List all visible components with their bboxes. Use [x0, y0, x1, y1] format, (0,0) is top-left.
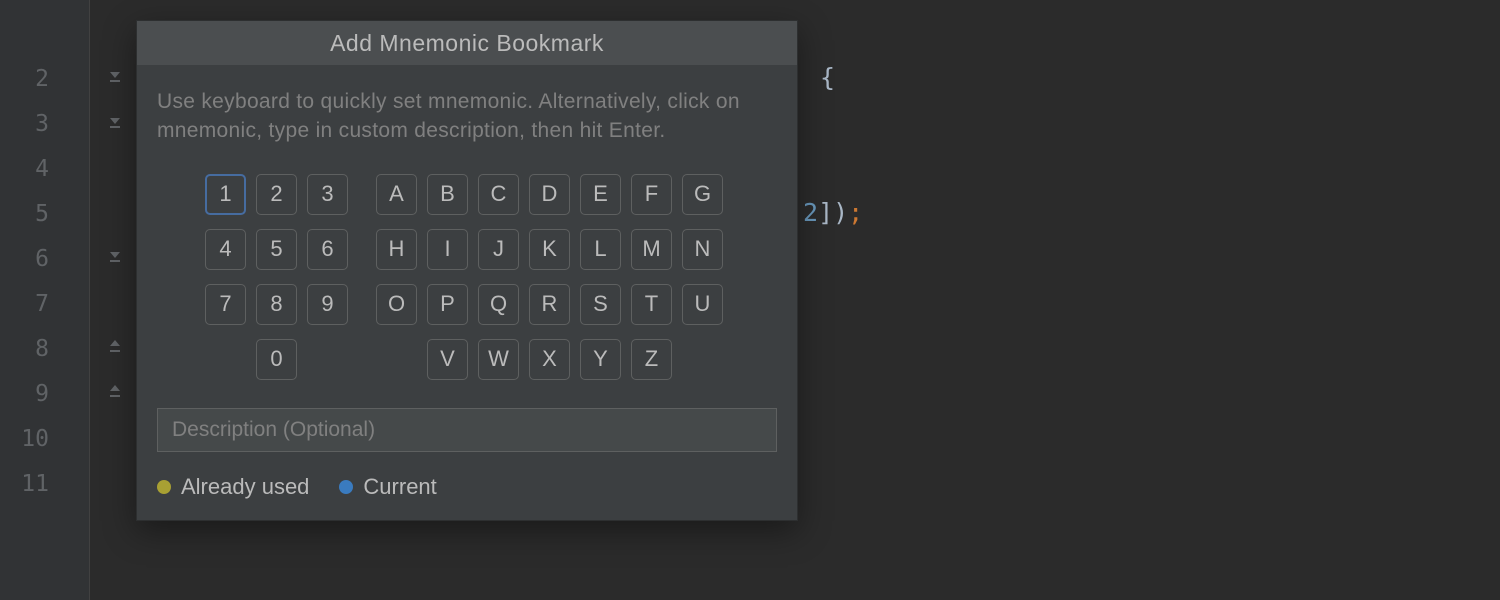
mnemonic-key-q[interactable]: Q [478, 284, 519, 325]
mnemonic-key-u[interactable]: U [682, 284, 723, 325]
letter-row: OPQRSTU [376, 284, 723, 325]
mnemonic-key-e[interactable]: E [580, 174, 621, 215]
line-number: 9 [19, 383, 49, 406]
mnemonic-key-t[interactable]: T [631, 284, 672, 325]
mnemonic-key-4[interactable]: 4 [205, 229, 246, 270]
mnemonic-key-d[interactable]: D [529, 174, 570, 215]
digit-row: 789 [205, 284, 348, 325]
line-number: 11 [19, 473, 49, 496]
popup-body: Use keyboard to quickly set mnemonic. Al… [137, 65, 797, 520]
mnemonic-key-g[interactable]: G [682, 174, 723, 215]
mnemonic-key-o[interactable]: O [376, 284, 417, 325]
mnemonic-key-2[interactable]: 2 [256, 174, 297, 215]
digit-column: 123 456 789 0 [205, 174, 348, 380]
mnemonic-grid: 123 456 789 0 ABCDEFG HIJKLMN OPQRSTU VW… [205, 174, 777, 380]
mnemonic-key-s[interactable]: S [580, 284, 621, 325]
digit-row: 456 [205, 229, 348, 270]
mnemonic-key-h[interactable]: H [376, 229, 417, 270]
gutter: 2 3 4 5 6 7 8 9 10 11 [0, 0, 90, 600]
already-used-dot-icon [157, 480, 171, 494]
mnemonic-key-8[interactable]: 8 [256, 284, 297, 325]
letter-row: ABCDEFG [376, 174, 723, 215]
code-brackets: ]) [818, 198, 848, 227]
line-number: 4 [19, 158, 49, 181]
mnemonic-key-m[interactable]: M [631, 229, 672, 270]
mnemonic-key-9[interactable]: 9 [307, 284, 348, 325]
line-number: 3 [19, 113, 49, 136]
mnemonic-key-5[interactable]: 5 [256, 229, 297, 270]
digit-row: 0 [256, 339, 348, 380]
code-number: 2 [803, 198, 818, 227]
current-dot-icon [339, 480, 353, 494]
mnemonic-key-b[interactable]: B [427, 174, 468, 215]
legend-current: Current [339, 474, 436, 500]
line-number: 7 [19, 293, 49, 316]
mnemonic-key-3[interactable]: 3 [307, 174, 348, 215]
line-number: 8 [19, 338, 49, 361]
mnemonic-key-i[interactable]: I [427, 229, 468, 270]
mnemonic-key-j[interactable]: J [478, 229, 519, 270]
code-token: 2]); [803, 198, 863, 227]
description-input[interactable] [157, 408, 777, 452]
mnemonic-key-w[interactable]: W [478, 339, 519, 380]
mnemonic-key-v[interactable]: V [427, 339, 468, 380]
mnemonic-key-7[interactable]: 7 [205, 284, 246, 325]
mnemonic-key-c[interactable]: C [478, 174, 519, 215]
legend-already-used: Already used [157, 474, 309, 500]
mnemonic-key-1[interactable]: 1 [205, 174, 246, 215]
mnemonic-key-r[interactable]: R [529, 284, 570, 325]
mnemonic-key-f[interactable]: F [631, 174, 672, 215]
popup-title: Add Mnemonic Bookmark [137, 21, 797, 65]
fold-icon[interactable] [108, 116, 122, 130]
mnemonic-key-l[interactable]: L [580, 229, 621, 270]
letter-column: ABCDEFG HIJKLMN OPQRSTU VWXYZ [376, 174, 723, 380]
fold-icon[interactable] [108, 70, 122, 84]
mnemonic-key-a[interactable]: A [376, 174, 417, 215]
mnemonic-key-p[interactable]: P [427, 284, 468, 325]
fold-icon[interactable] [108, 250, 122, 264]
mnemonic-key-0[interactable]: 0 [256, 339, 297, 380]
code-token: { [820, 63, 835, 92]
mnemonic-key-y[interactable]: Y [580, 339, 621, 380]
line-number: 2 [19, 68, 49, 91]
digit-row: 123 [205, 174, 348, 215]
letter-row: HIJKLMN [376, 229, 723, 270]
popup-instructions: Use keyboard to quickly set mnemonic. Al… [157, 87, 777, 146]
mnemonic-key-n[interactable]: N [682, 229, 723, 270]
mnemonic-key-z[interactable]: Z [631, 339, 672, 380]
code-semicolon: ; [848, 198, 863, 227]
legend-label: Current [363, 474, 436, 500]
mnemonic-key-6[interactable]: 6 [307, 229, 348, 270]
line-number: 6 [19, 248, 49, 271]
line-number: 5 [19, 203, 49, 226]
mnemonic-key-k[interactable]: K [529, 229, 570, 270]
mnemonic-key-x[interactable]: X [529, 339, 570, 380]
legend-label: Already used [181, 474, 309, 500]
line-number: 10 [19, 428, 49, 451]
fold-icon[interactable] [108, 340, 122, 354]
fold-icon[interactable] [108, 385, 122, 399]
legend: Already used Current [157, 474, 777, 500]
letter-row: VWXYZ [427, 339, 723, 380]
mnemonic-bookmark-popup: Add Mnemonic Bookmark Use keyboard to qu… [136, 20, 798, 521]
